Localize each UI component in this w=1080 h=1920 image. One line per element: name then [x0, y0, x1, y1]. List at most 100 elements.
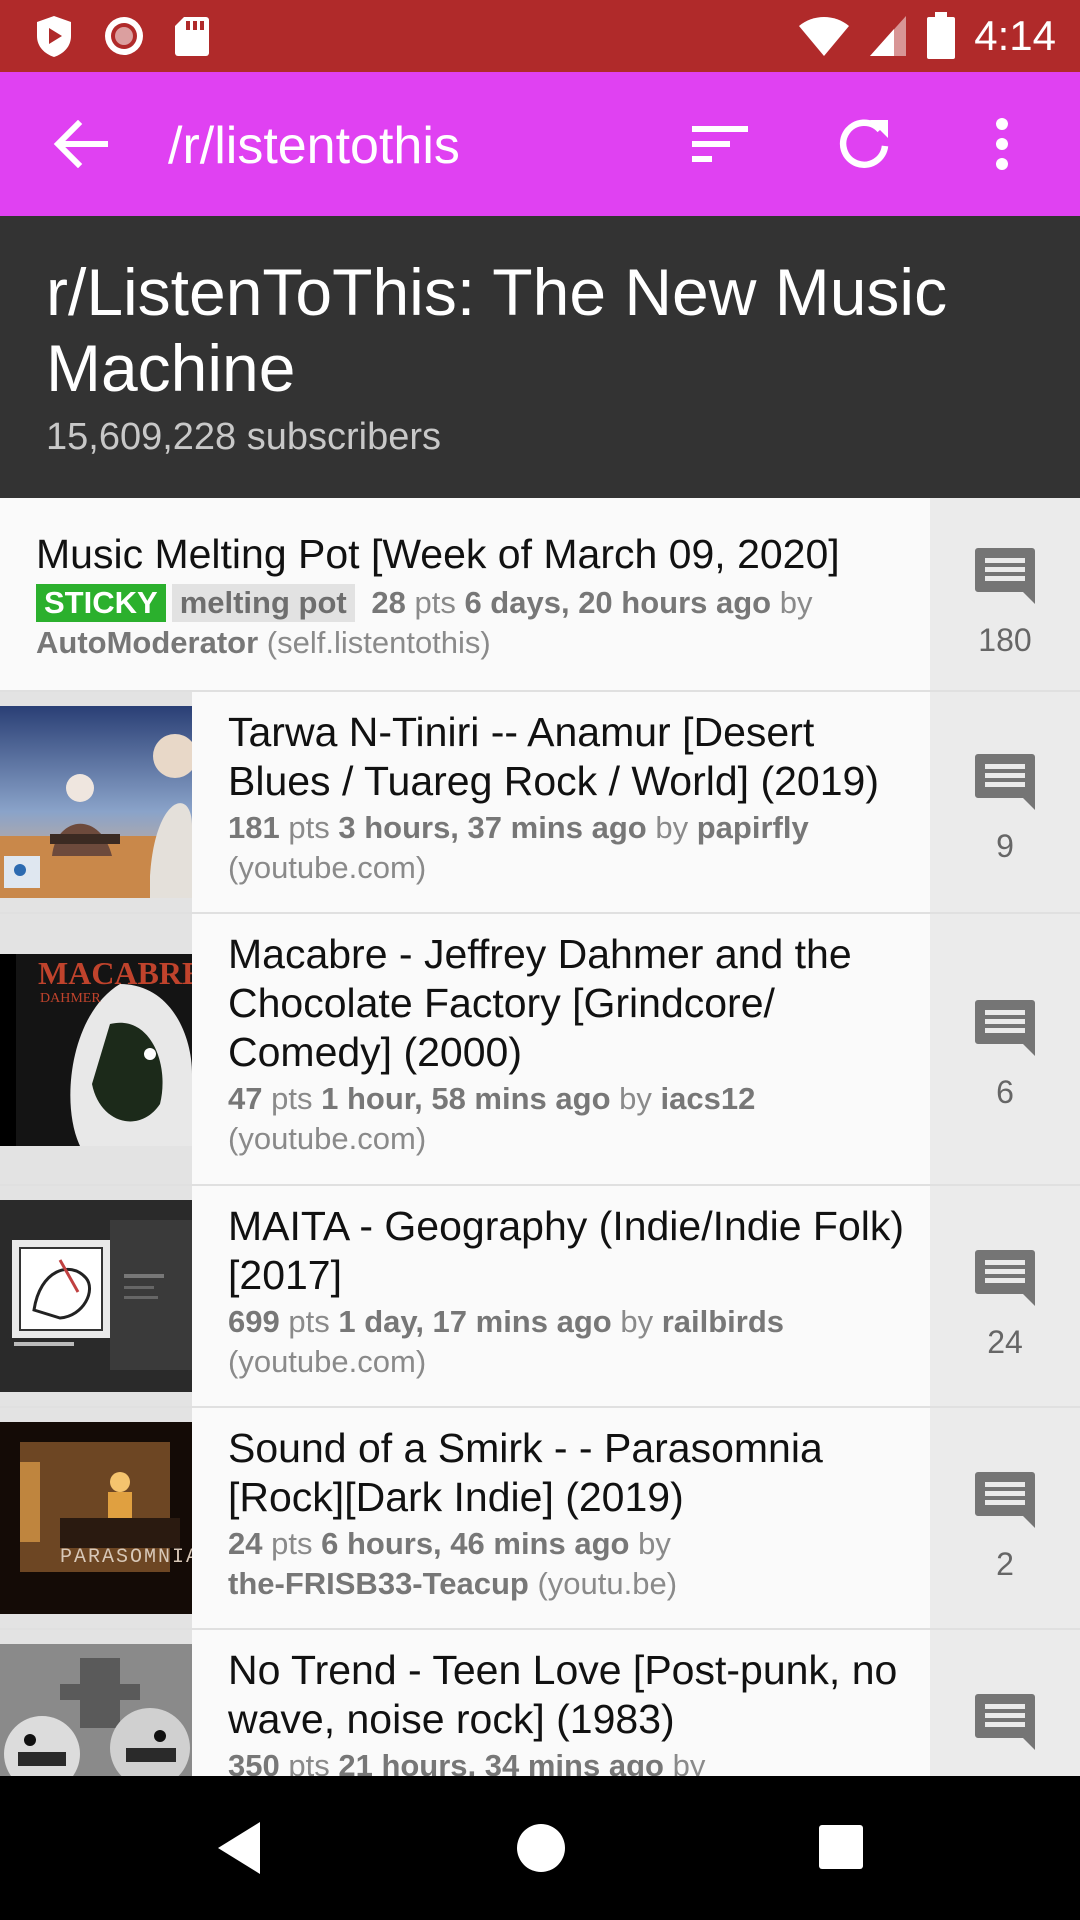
pts-label: pts — [288, 810, 330, 845]
post-thumbnail[interactable] — [0, 1200, 192, 1392]
post-meta: 24 pts 6 hours, 46 mins ago by the-FRISB… — [228, 1524, 908, 1604]
post-author[interactable]: papirfly — [697, 810, 809, 845]
post-title: Macabre - Jeffrey Dahmer and the Chocola… — [228, 931, 852, 1075]
post-list: Music Melting Pot [Week of March 09, 202… — [0, 498, 1080, 1776]
post-author[interactable]: the-FRISB33-Teacup — [228, 1566, 529, 1601]
post-meta: 699 pts 1 day, 17 mins ago by railbirds … — [228, 1302, 908, 1382]
by-label: by — [655, 810, 689, 845]
record-icon — [102, 14, 146, 58]
pts-label: pts — [288, 1748, 330, 1776]
post-item[interactable]: MAITA - Geography (Indie/Indie Folk) [20… — [0, 1186, 1080, 1408]
by-label: by — [672, 1748, 706, 1776]
comment-count: 24 — [987, 1324, 1023, 1360]
post-domain: (youtu.be) — [537, 1566, 678, 1601]
comments-button[interactable]: 9 — [930, 692, 1080, 912]
clock: 4:14 — [974, 12, 1056, 59]
system-nav-bar — [0, 1776, 1080, 1920]
post-title: Sound of a Smirk - - Parasomnia [Rock][D… — [228, 1425, 823, 1520]
comment-icon — [975, 1694, 1035, 1750]
comments-button[interactable] — [930, 1630, 1080, 1776]
app-toolbar: /r/listentothis — [0, 72, 1080, 216]
refresh-icon[interactable] — [836, 116, 892, 172]
comment-count: 6 — [996, 1074, 1014, 1110]
post-domain: (self.listentothis) — [266, 625, 491, 660]
post-thumbnail[interactable] — [0, 706, 192, 898]
post-thumbnail[interactable]: PARASOMNIA — [0, 1422, 192, 1614]
subscriber-count: 15,609,228 subscribers — [46, 416, 442, 458]
comment-icon — [975, 548, 1035, 604]
post-title: Music Melting Pot [Week of March 09, 202… — [36, 531, 840, 577]
nav-home-icon[interactable] — [515, 1822, 567, 1874]
post-time: 21 hours, 34 mins ago — [338, 1748, 664, 1776]
thumb-title-text: PARASOMNIA — [60, 1546, 192, 1569]
post-author[interactable]: railbirds — [662, 1304, 784, 1339]
back-arrow-icon[interactable] — [52, 119, 112, 169]
comments-button[interactable]: 24 — [930, 1186, 1080, 1406]
post-title: No Trend - Teen Love [Post-punk, no wave… — [228, 1647, 898, 1742]
post-title: Tarwa N-Tiniri -- Anamur [Desert Blues /… — [228, 709, 879, 804]
post-points: 699 — [228, 1304, 280, 1339]
pts-label: pts — [271, 1526, 313, 1561]
post-author[interactable]: iacs12 — [661, 1081, 756, 1116]
comment-icon — [975, 1472, 1035, 1528]
post-points: 24 — [228, 1526, 263, 1561]
post-points: 47 — [228, 1081, 263, 1116]
post-meta: STICKY melting pot 28 pts 6 days, 20 hour… — [36, 583, 916, 663]
post-item[interactable]: Tarwa N-Tiniri -- Anamur [Desert Blues /… — [0, 692, 1080, 914]
post-meta: 350 pts 21 hours, 34 mins ago by — [228, 1746, 908, 1776]
flair-badge: melting pot — [171, 584, 355, 622]
post-points: 350 — [228, 1748, 280, 1776]
post-meta: 47 pts 1 hour, 58 mins ago by iacs12 (yo… — [228, 1079, 908, 1159]
post-author[interactable]: AutoModerator — [36, 625, 258, 660]
post-item[interactable]: Music Melting Pot [Week of March 09, 202… — [0, 498, 1080, 692]
post-thumbnail[interactable] — [0, 1644, 192, 1776]
status-bar: 4:14 — [0, 0, 1080, 72]
comment-count: 180 — [978, 622, 1032, 658]
post-time: 6 hours, 46 mins ago — [321, 1526, 630, 1561]
by-label: by — [619, 1081, 652, 1116]
post-time: 1 hour, 58 mins ago — [321, 1081, 611, 1116]
post-item[interactable]: No Trend - Teen Love [Post-punk, no wave… — [0, 1630, 1080, 1776]
pts-label: pts — [271, 1081, 313, 1116]
nav-recents-icon[interactable] — [818, 1824, 864, 1870]
post-points: 181 — [228, 810, 280, 845]
comment-count: 9 — [996, 828, 1014, 864]
post-domain: (youtube.com) — [228, 1344, 427, 1379]
pts-label: pts — [414, 585, 456, 620]
comments-button[interactable]: 180 — [930, 498, 1080, 690]
post-title: MAITA - Geography (Indie/Indie Folk) [20… — [228, 1203, 905, 1298]
subreddit-header: r/ListenToThis: The New Music Machine 15… — [0, 216, 1080, 498]
post-item[interactable]: PARASOMNIA Sound of a Smirk - - Parasomn… — [0, 1408, 1080, 1630]
by-label: by — [638, 1526, 671, 1561]
comment-icon — [975, 754, 1035, 810]
nav-back-icon[interactable] — [214, 1820, 264, 1876]
post-item[interactable]: MACABRE DAHMER Macabre - Jeffrey Dahmer … — [0, 914, 1080, 1186]
by-label: by — [779, 585, 813, 620]
wifi-icon — [798, 14, 850, 58]
comments-button[interactable]: 2 — [930, 1408, 1080, 1628]
play-shield-icon — [34, 14, 74, 58]
post-thumbnail[interactable]: MACABRE DAHMER — [0, 954, 192, 1146]
comment-count: 2 — [996, 1546, 1014, 1582]
sticky-badge: STICKY — [36, 584, 166, 622]
thumb-subtitle-text: DAHMER — [40, 991, 101, 1006]
page-title: /r/listentothis — [168, 117, 460, 175]
comments-button[interactable]: 6 — [930, 914, 1080, 1184]
sd-card-icon — [174, 15, 210, 57]
subreddit-title: r/ListenToThis: The New Music Machine — [46, 255, 948, 405]
post-time: 3 hours, 37 mins ago — [338, 810, 647, 845]
signal-icon — [868, 14, 908, 58]
battery-icon — [926, 12, 956, 60]
post-domain: (youtube.com) — [228, 1121, 427, 1156]
by-label: by — [620, 1304, 654, 1339]
post-meta: 181 pts 3 hours, 37 mins ago by papirfly… — [228, 808, 908, 888]
comment-icon — [975, 1250, 1035, 1306]
post-points: 28 — [371, 585, 406, 620]
more-vert-icon[interactable] — [984, 116, 1020, 172]
post-domain: (youtube.com) — [228, 850, 427, 885]
thumb-title-text: MACABRE — [38, 955, 192, 991]
post-time: 1 day, 17 mins ago — [338, 1304, 612, 1339]
post-time: 6 days, 20 hours ago — [464, 585, 772, 620]
comment-icon — [975, 1000, 1035, 1056]
sort-icon[interactable] — [690, 122, 750, 166]
